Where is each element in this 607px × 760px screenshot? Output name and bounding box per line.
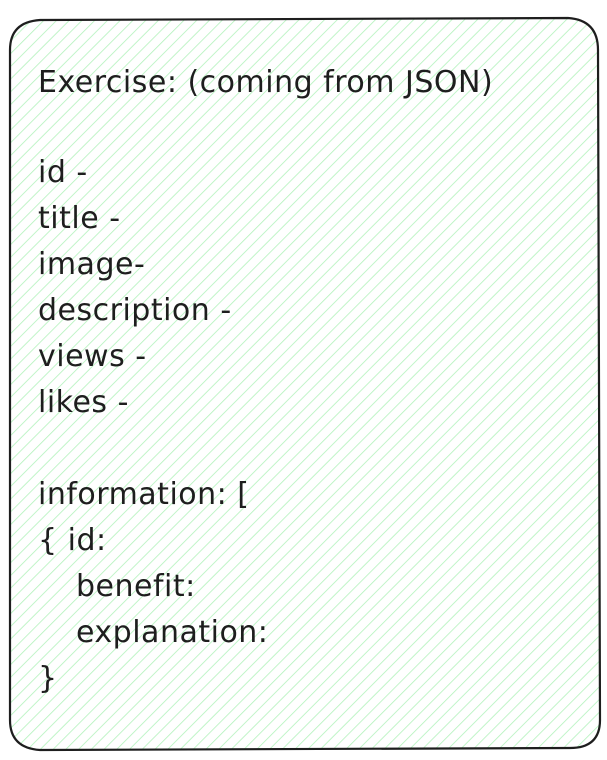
- field-description: description -: [38, 293, 232, 328]
- card-title: Exercise: (coming from JSON): [38, 65, 494, 100]
- field-likes: likes -: [38, 385, 129, 420]
- object-open: { id:: [38, 523, 107, 558]
- information-open: information: [: [38, 477, 250, 512]
- field-benefit: benefit:: [76, 569, 196, 604]
- field-explanation: explanation:: [76, 615, 269, 650]
- object-close: }: [38, 661, 58, 696]
- field-views: views -: [38, 339, 147, 374]
- field-image: image-: [38, 247, 146, 282]
- diagram-canvas: Exercise: (coming from JSON) id - title …: [0, 0, 607, 760]
- field-title: title -: [38, 201, 121, 236]
- field-id: id -: [38, 155, 88, 190]
